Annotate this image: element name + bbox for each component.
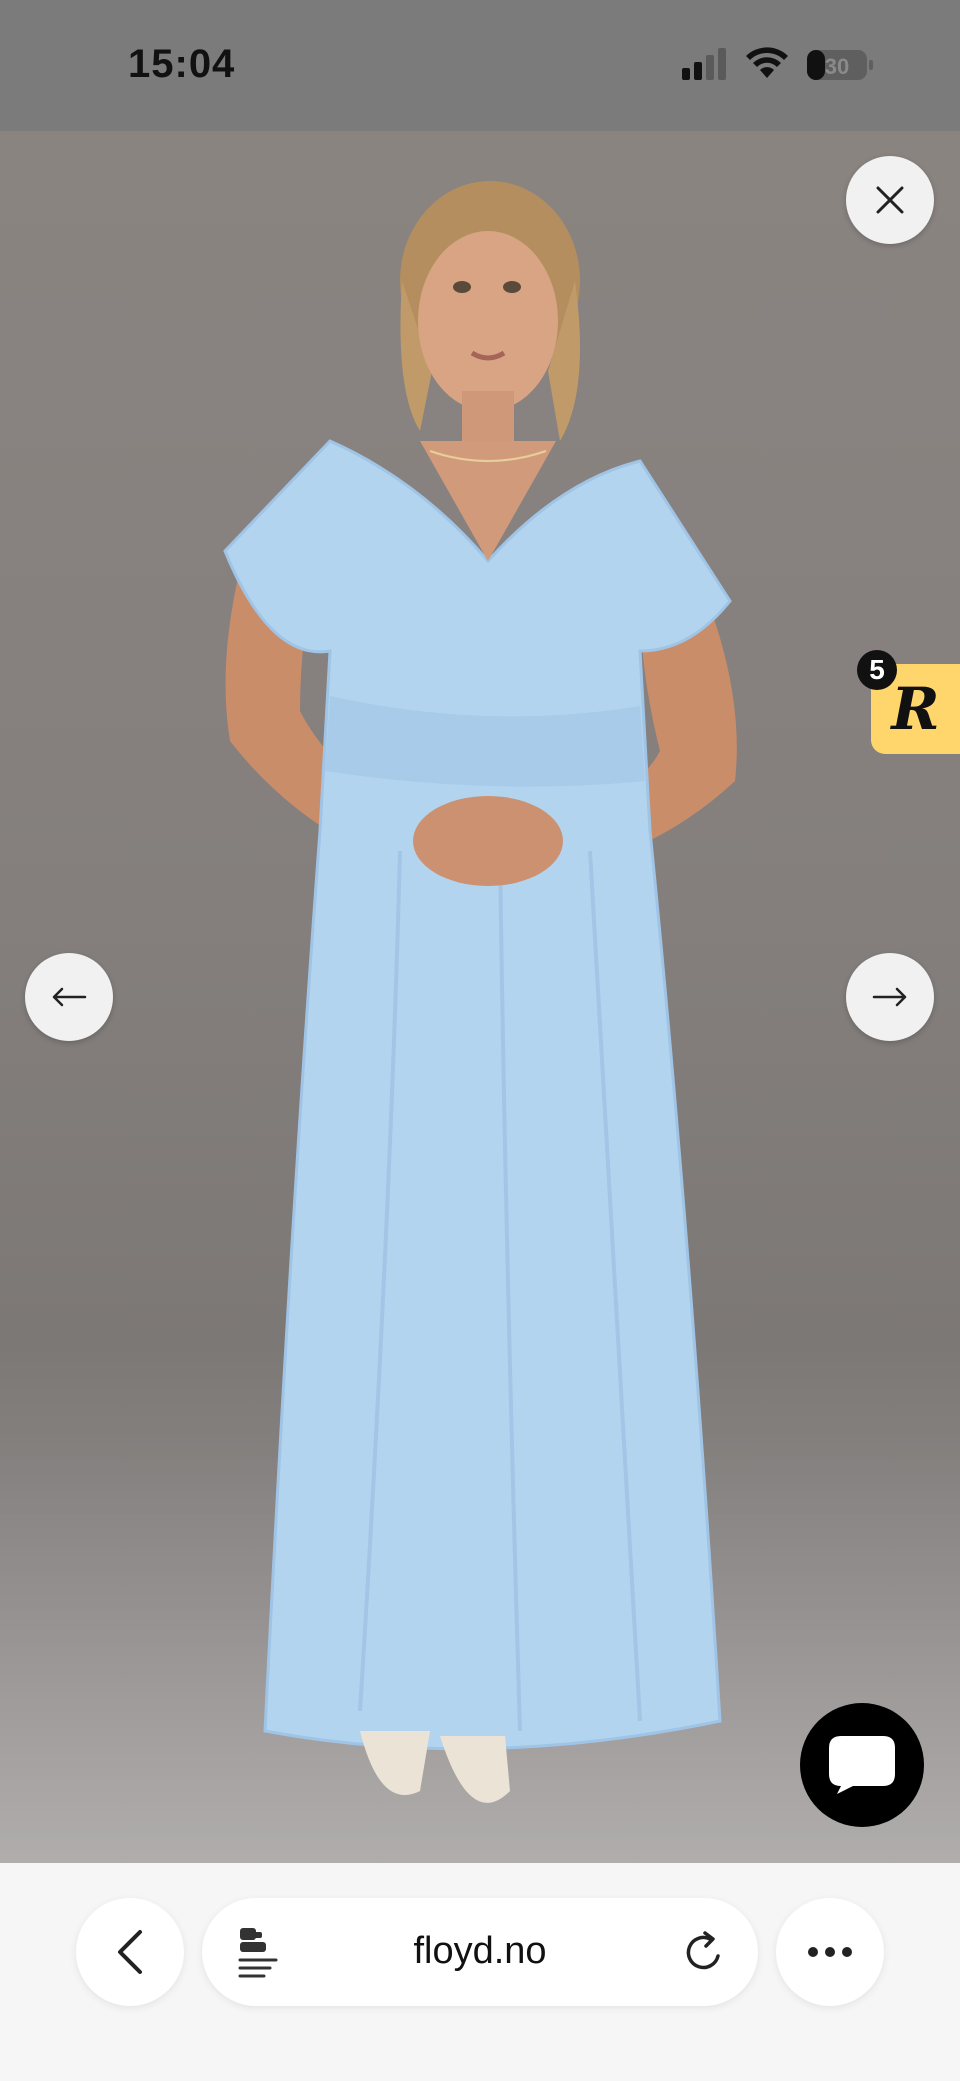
wifi-icon: [746, 47, 788, 78]
back-button[interactable]: [76, 1898, 184, 2006]
arrow-left-icon: [52, 987, 87, 1007]
url-text[interactable]: floyd.no: [202, 1930, 758, 1973]
close-button[interactable]: [846, 156, 934, 244]
close-icon: [876, 186, 904, 214]
model-in-blue-dress-photo: [223, 181, 737, 1803]
arrow-right-icon: [872, 987, 907, 1007]
next-image-button[interactable]: [846, 953, 934, 1041]
battery-level: 30: [825, 54, 849, 79]
more-options-button[interactable]: [776, 1898, 884, 2006]
chevron-left-icon: [118, 1930, 142, 1974]
reviews-count-badge: 5: [857, 650, 897, 690]
battery-icon: 30: [807, 50, 873, 80]
reviews-logo-icon: R: [891, 675, 940, 743]
reload-icon[interactable]: [680, 1928, 728, 1976]
chat-button[interactable]: [800, 1703, 924, 1827]
more-icon: [808, 1947, 852, 1957]
status-time: 15:04: [128, 42, 236, 86]
product-image[interactable]: [0, 131, 960, 1863]
address-bar[interactable]: floyd.no: [202, 1898, 758, 2006]
chat-bubble-icon: [829, 1736, 895, 1794]
cellular-signal-icon: [682, 48, 726, 80]
status-bar: 15:04 30: [0, 0, 960, 131]
previous-image-button[interactable]: [25, 953, 113, 1041]
